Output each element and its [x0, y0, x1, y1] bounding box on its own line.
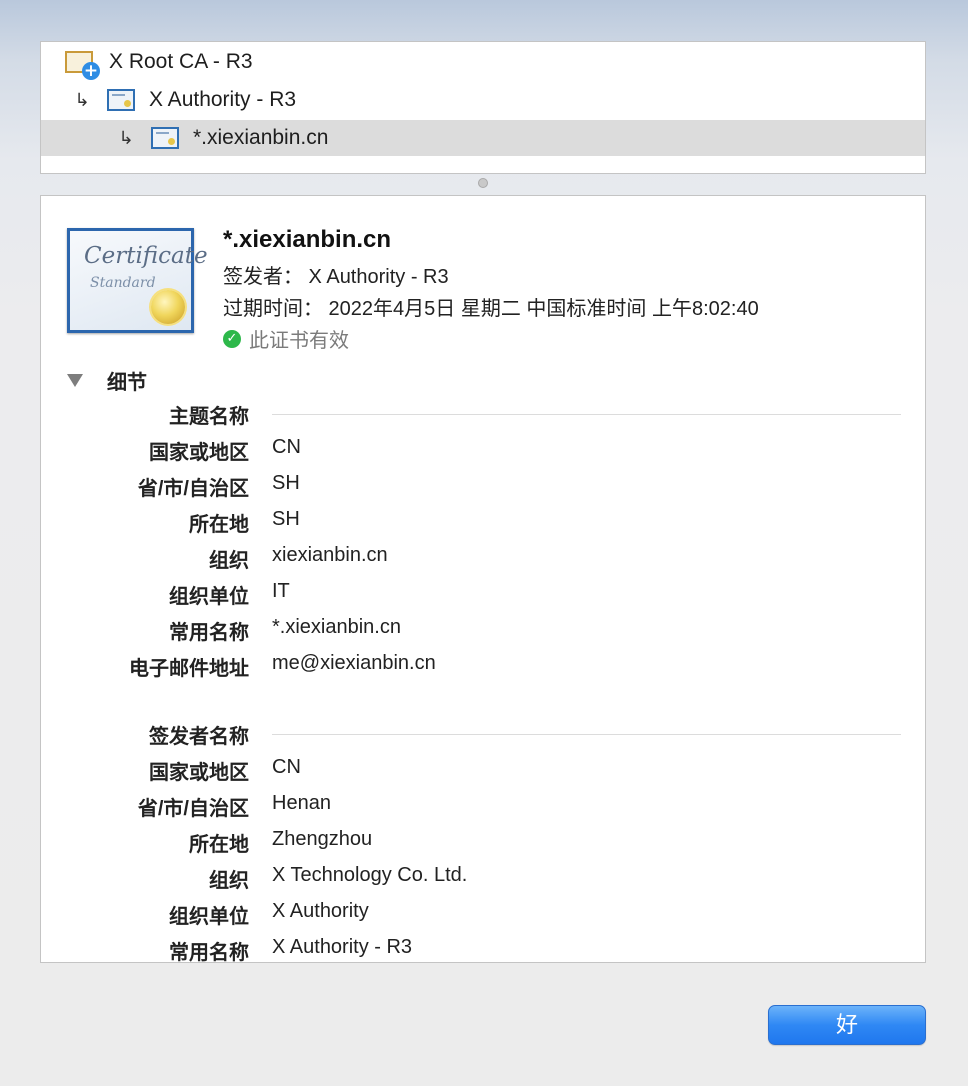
chain-arrow-icon: ↳ — [118, 127, 134, 149]
certificate-icon — [107, 89, 135, 111]
chain-item-label: *.xiexianbin.cn — [193, 126, 329, 149]
validity-status: ✓ 此证书有效 — [223, 324, 349, 353]
detail-row: 组织单位 X Authority — [169, 900, 369, 928]
section-divider — [272, 414, 901, 415]
disclosure-triangle-icon[interactable] — [67, 374, 83, 387]
certificate-large-icon: Certificate Standard — [67, 228, 208, 333]
chain-item-label: X Authority - R3 — [149, 88, 297, 111]
detail-row: 省/市/自治区 SH — [137, 472, 300, 500]
detail-row: 常用名称 X Authority - R3 — [169, 936, 413, 963]
split-view-handle[interactable] — [478, 178, 488, 188]
detail-row: 组织 X Technology Co. Ltd. — [209, 864, 468, 892]
chain-arrow-icon: ↳ — [74, 89, 90, 111]
issuer-line: 签发者： X Authority - R3 — [223, 266, 449, 288]
details-label: 细节 — [107, 372, 147, 394]
certificate-chain-list: + X Root CA - R3 ↳ X Authority - R3 ↳ *.… — [40, 41, 926, 174]
issuer-section-header: 签发者名称 — [41, 720, 925, 756]
detail-row: 国家或地区 CN — [149, 436, 301, 464]
certificate-detail-panel: Certificate Standard *.xiexianbin.cn 签发者… — [40, 195, 926, 963]
ok-button[interactable]: 好 — [768, 1005, 926, 1045]
section-divider — [272, 734, 901, 735]
section-title: 主题名称 — [169, 406, 249, 428]
chain-item-label: X Root CA - R3 — [109, 50, 253, 73]
subject-section-header: 主题名称 — [41, 400, 925, 436]
checkmark-circle-icon: ✓ — [223, 329, 241, 348]
detail-row: 省/市/自治区 Henan — [137, 792, 331, 820]
detail-row: 常用名称 *.xiexianbin.cn — [169, 616, 401, 644]
certificate-icon — [151, 127, 179, 149]
chain-item-leaf[interactable]: ↳ *.xiexianbin.cn — [41, 120, 925, 156]
detail-row: 组织单位 IT — [169, 580, 290, 608]
detail-row: 电子邮件地址 me@xiexianbin.cn — [129, 652, 436, 680]
certificate-title: *.xiexianbin.cn — [223, 226, 392, 253]
detail-row: 组织 xiexianbin.cn — [209, 544, 388, 572]
detail-row: 所在地 Zhengzhou — [189, 828, 373, 856]
certificate-root-icon: + — [65, 51, 100, 80]
section-title: 签发者名称 — [149, 726, 249, 748]
details-disclosure[interactable]: 细节 — [67, 366, 147, 395]
expiry-line: 过期时间： 2022年4月5日 星期二 中国标准时间 上午8:02:40 — [223, 298, 759, 320]
detail-row: 所在地 SH — [189, 508, 300, 536]
chain-item-intermediate[interactable]: ↳ X Authority - R3 — [41, 82, 925, 118]
chain-item-root[interactable]: + X Root CA - R3 — [41, 44, 925, 80]
validity-text: 此证书有效 — [249, 330, 349, 352]
detail-row: 国家或地区 CN — [149, 756, 301, 784]
